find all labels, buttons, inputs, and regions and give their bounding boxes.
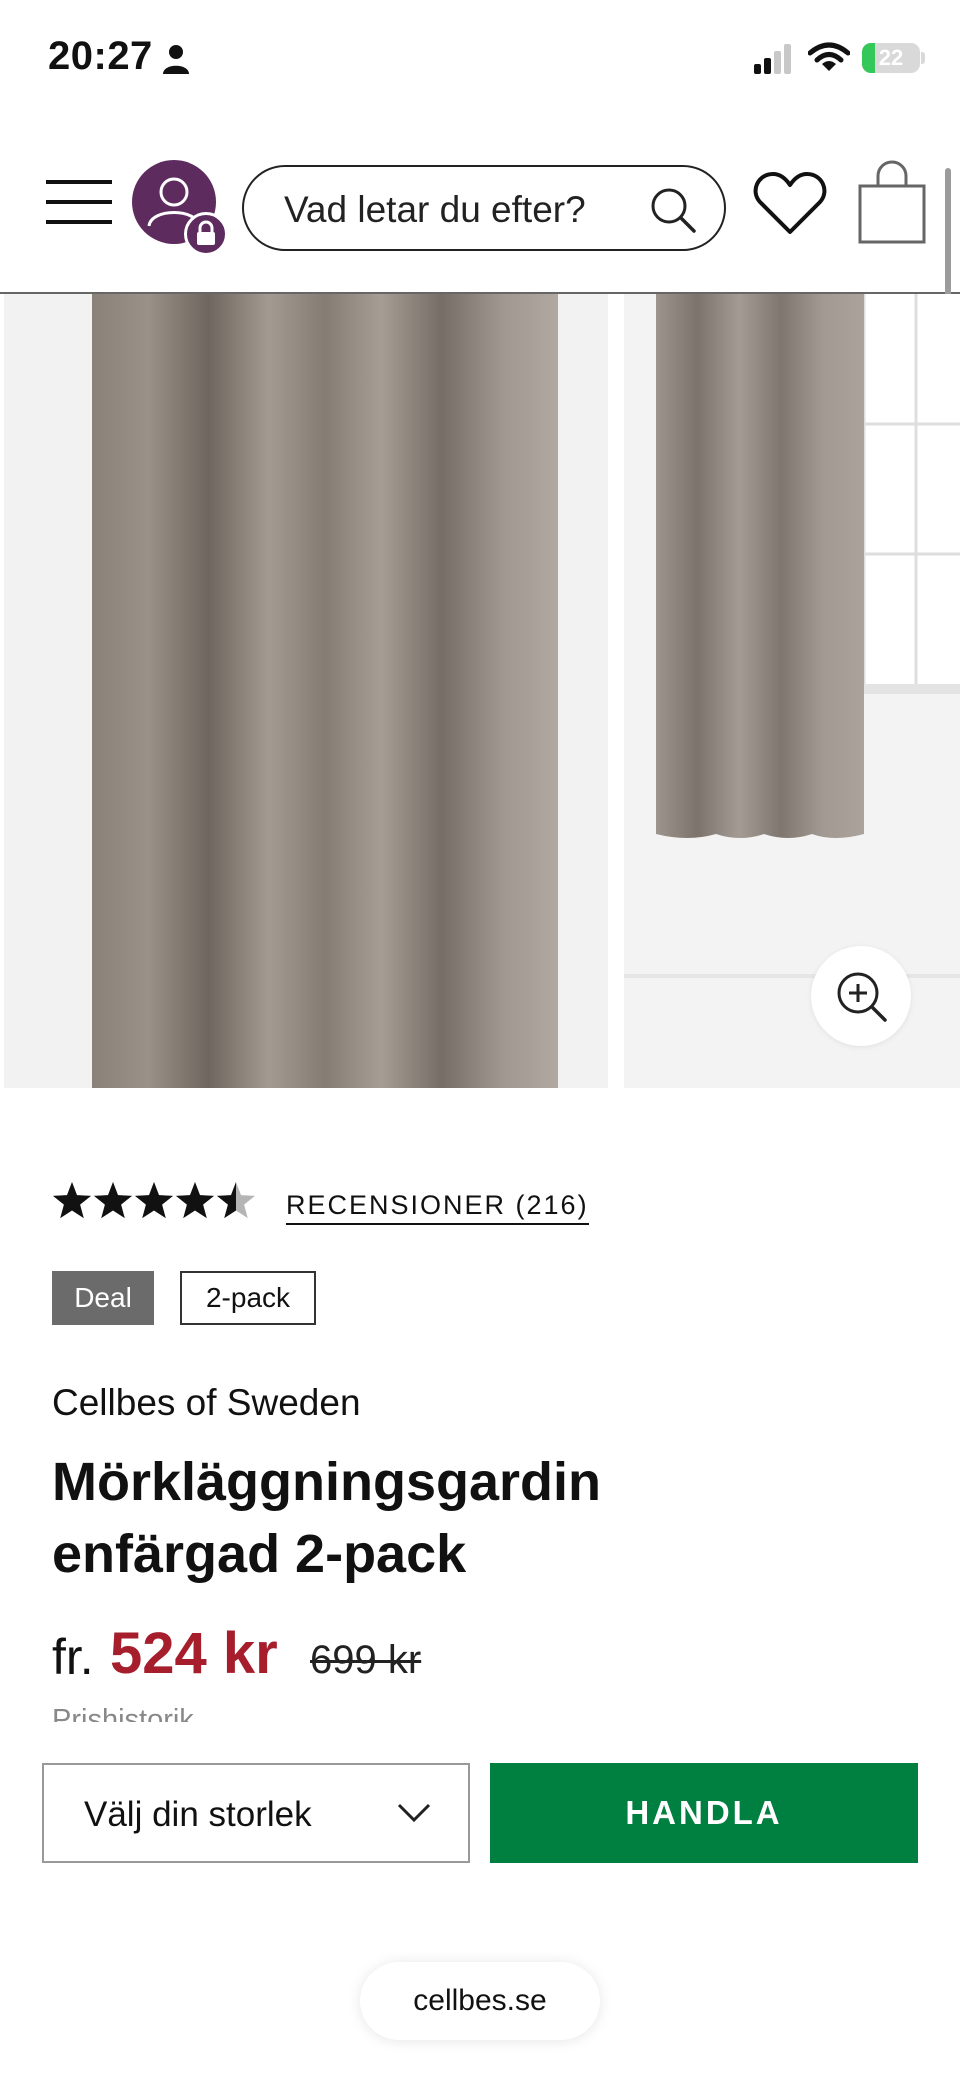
search-icon[interactable] xyxy=(648,185,698,235)
size-select[interactable]: Välj din storlek xyxy=(42,1763,470,1863)
buy-button[interactable]: HANDLA xyxy=(490,1763,918,1863)
person-icon xyxy=(163,45,189,74)
search-input[interactable]: Vad letar du efter? xyxy=(242,165,726,251)
deal-badge: Deal xyxy=(52,1271,154,1325)
lock-icon xyxy=(197,220,215,245)
wifi-icon xyxy=(808,42,850,71)
battery-tip xyxy=(921,52,925,64)
product-title: Mörkläggningsgardin enfärgad 2-pack xyxy=(52,1446,852,1590)
rating-star-filled xyxy=(175,1182,215,1219)
original-price: 699 kr xyxy=(310,1638,422,1682)
menu-icon[interactable] xyxy=(46,178,112,226)
zoom-in-icon xyxy=(837,972,887,1022)
price-history-link[interactable]: Prishistorik xyxy=(52,1702,352,1722)
bag-icon[interactable] xyxy=(854,158,930,246)
rating-star-filled xyxy=(134,1182,174,1219)
current-price: 524 kr xyxy=(110,1621,278,1686)
browser-url[interactable]: cellbes.se xyxy=(360,1962,600,2040)
price-history-label: Prishistorik xyxy=(52,1704,194,1722)
product-title-line2: enfärgad 2-pack xyxy=(52,1524,467,1584)
reviews-link[interactable]: RECENSIONER (216) xyxy=(286,1190,589,1225)
battery-icon: 22 xyxy=(862,43,920,73)
product-title-line1: Mörkläggningsgardin xyxy=(52,1452,602,1512)
rating-stars xyxy=(52,1182,256,1219)
cellular-signal-icon xyxy=(754,44,791,74)
price-prefix: fr. xyxy=(52,1629,94,1685)
curtain-closeup-image[interactable] xyxy=(4,294,608,1088)
rating-star-filled xyxy=(93,1182,133,1219)
chevron-down-icon xyxy=(397,1803,431,1823)
pack-badge: 2-pack xyxy=(180,1271,316,1325)
status-time: 20:27 xyxy=(48,34,153,78)
rating-star-filled xyxy=(52,1182,92,1219)
zoom-button[interactable] xyxy=(811,946,911,1046)
product-brand[interactable]: Cellbes of Sweden xyxy=(52,1382,361,1424)
size-select-label: Välj din storlek xyxy=(84,1795,312,1834)
heart-icon[interactable] xyxy=(752,170,828,238)
battery-percent: 22 xyxy=(878,45,904,70)
lock-badge xyxy=(184,212,228,256)
search-placeholder: Vad letar du efter? xyxy=(284,189,586,230)
